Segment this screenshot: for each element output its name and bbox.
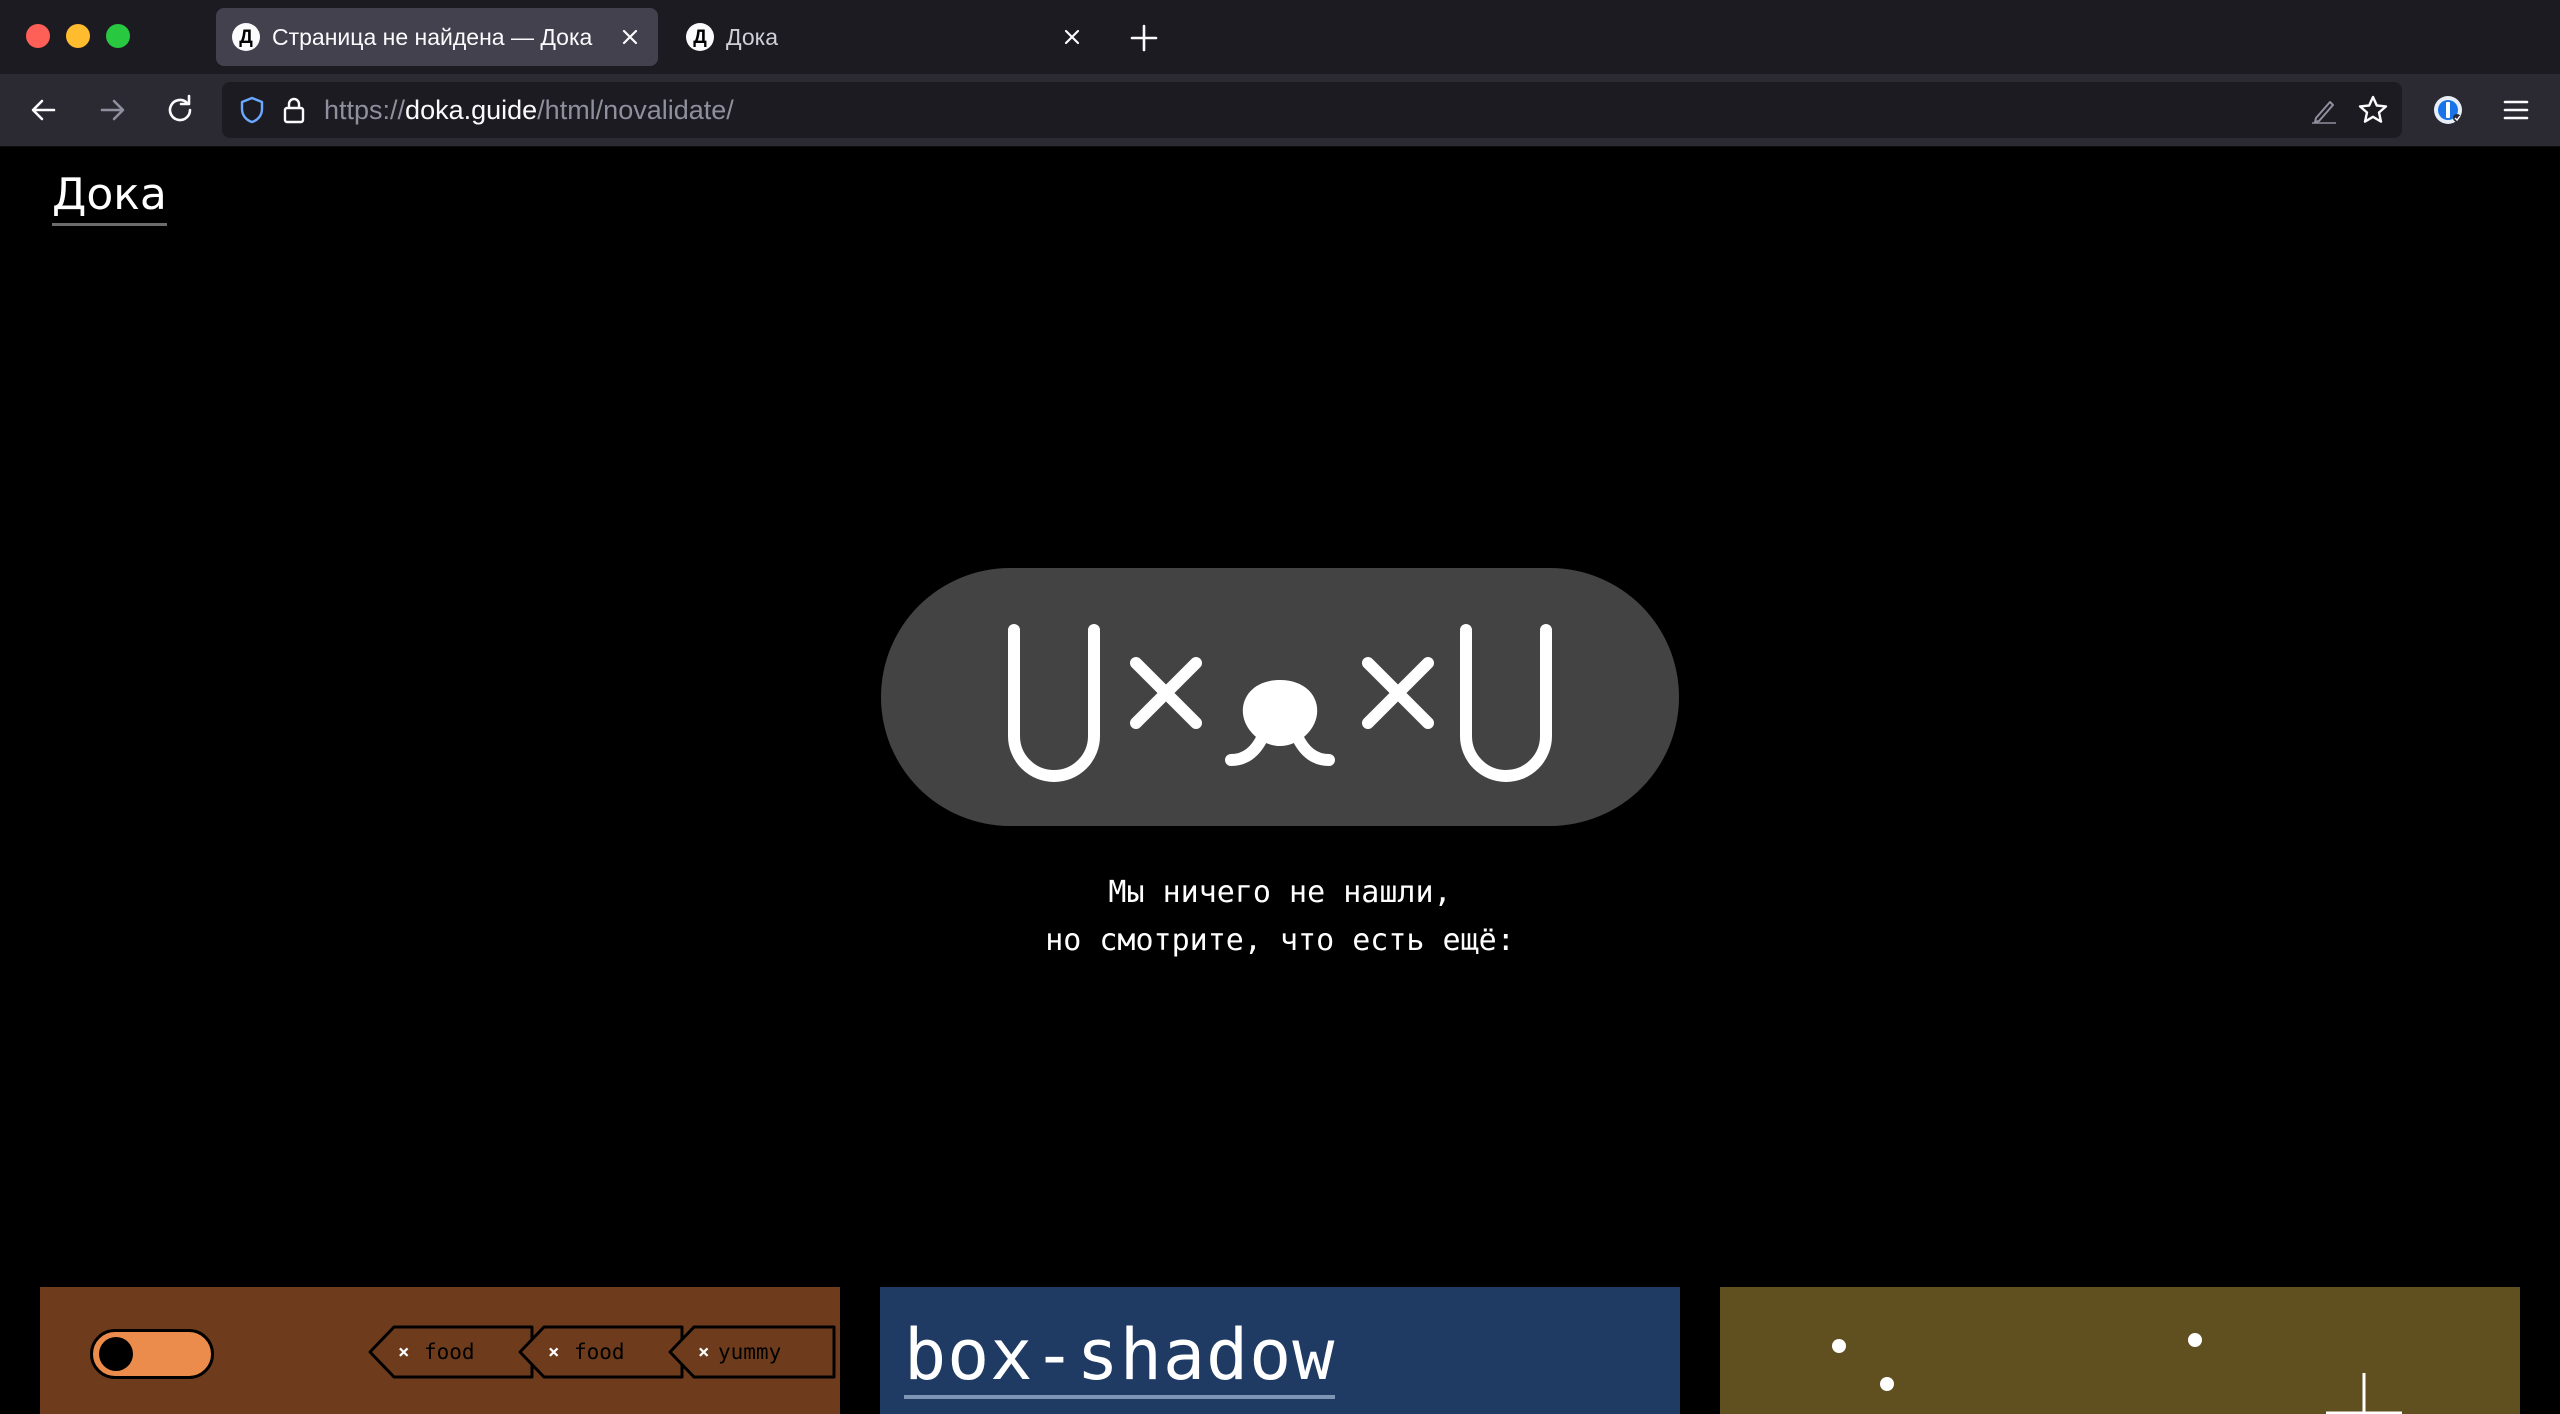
tag-remove-icon: × bbox=[398, 1341, 410, 1363]
back-icon[interactable] bbox=[24, 90, 64, 130]
forward-icon[interactable] bbox=[92, 90, 132, 130]
lock-icon[interactable] bbox=[278, 94, 310, 126]
decorative-dot bbox=[1880, 1377, 1894, 1391]
close-tab-icon[interactable] bbox=[616, 23, 644, 51]
doka-favicon-icon: Д bbox=[686, 23, 714, 51]
decorative-dot bbox=[2188, 1333, 2202, 1347]
tag-label: yummy bbox=[718, 1340, 782, 1364]
page-content: Дока Мы ничего не нашли, но смотрите, чт… bbox=[0, 147, 2560, 1414]
doka-favicon-icon: Д bbox=[232, 23, 260, 51]
shield-icon[interactable] bbox=[236, 94, 268, 126]
message-line-2: но смотрите, что есть ещё: bbox=[1045, 923, 1515, 958]
url-text[interactable]: https://doka.guide/html/novalidate/ bbox=[324, 94, 734, 126]
zoom-window-button[interactable] bbox=[106, 24, 130, 48]
crosshair-icon bbox=[2326, 1373, 2402, 1414]
tag-remove-icon: × bbox=[698, 1341, 710, 1363]
bookmark-star-icon[interactable] bbox=[2356, 93, 2390, 127]
card-title[interactable]: box-shadow bbox=[904, 1315, 1336, 1399]
password-manager-icon[interactable] bbox=[2428, 90, 2468, 130]
tag-remove-icon: × bbox=[548, 1341, 560, 1363]
navigation-toolbar: https://doka.guide/html/novalidate/ bbox=[0, 74, 2560, 147]
tab-strip: Д Страница не найдена — Дока Д Дока bbox=[0, 0, 2560, 74]
tab-title: Страница не найдена — Дока bbox=[272, 23, 593, 50]
new-tab-icon[interactable] bbox=[1126, 20, 1162, 56]
edit-pencil-icon[interactable] bbox=[2308, 94, 2340, 126]
not-found-message: Мы ничего не нашли, но смотрите, что ест… bbox=[880, 869, 1680, 965]
article-card-box-shadow[interactable]: box-shadow bbox=[880, 1287, 1680, 1414]
menu-icon[interactable] bbox=[2496, 90, 2536, 130]
decorative-dot bbox=[1832, 1339, 1846, 1353]
tab-doka[interactable]: Д Дока bbox=[670, 8, 1100, 66]
not-found-face-illustration bbox=[881, 568, 1679, 826]
message-line-1: Мы ничего не нашли, bbox=[1108, 875, 1452, 910]
tag-chip: × food bbox=[368, 1325, 534, 1379]
article-card-illustration[interactable] bbox=[1720, 1287, 2520, 1414]
tab-not-found[interactable]: Д Страница не найдена — Дока bbox=[216, 8, 658, 66]
tag-chip: × food bbox=[518, 1325, 684, 1379]
tag-label: food bbox=[574, 1340, 625, 1364]
tab-title: Дока bbox=[726, 23, 778, 50]
tag-label: food bbox=[424, 1340, 475, 1364]
face-glyphs-icon bbox=[1008, 624, 1552, 782]
minimize-window-button[interactable] bbox=[66, 24, 90, 48]
tag-chip: × yummy bbox=[668, 1325, 836, 1379]
close-tab-icon[interactable] bbox=[1058, 23, 1086, 51]
close-window-button[interactable] bbox=[26, 24, 50, 48]
site-logo-link[interactable]: Дока bbox=[52, 167, 167, 226]
toggle-knob bbox=[99, 1337, 133, 1371]
address-bar[interactable]: https://doka.guide/html/novalidate/ bbox=[222, 82, 2402, 138]
article-card-tags[interactable]: × food × food × yummy bbox=[40, 1287, 840, 1414]
reload-icon[interactable] bbox=[160, 90, 200, 130]
toggle-switch-illustration bbox=[90, 1329, 214, 1379]
